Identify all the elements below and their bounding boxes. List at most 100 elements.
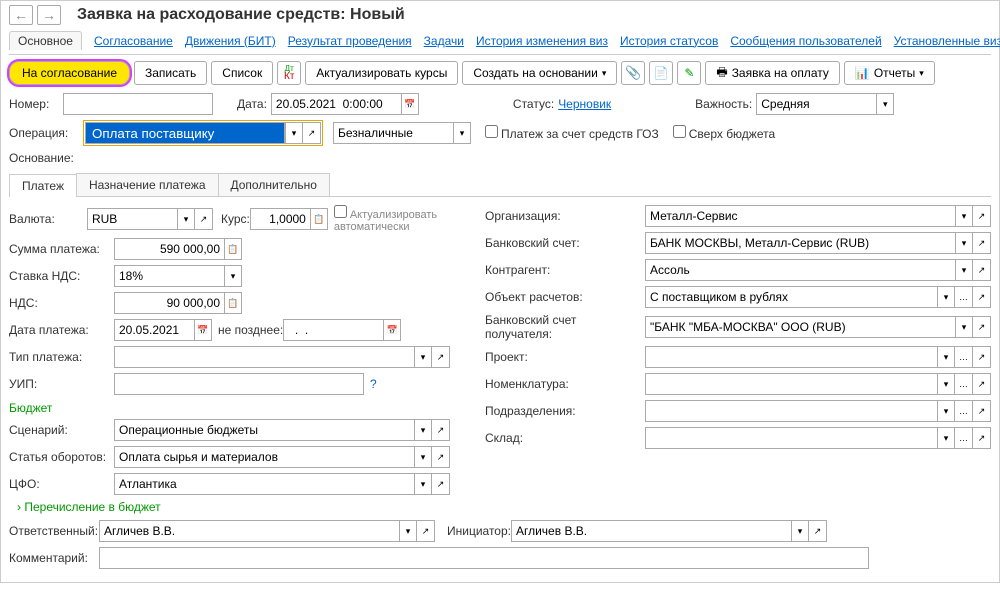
division-more[interactable]: … [955, 400, 973, 422]
status-value[interactable]: Черновик [558, 97, 611, 111]
cashless-dropdown[interactable]: ▾ [453, 122, 471, 144]
nav-forward[interactable]: → [37, 5, 61, 25]
nomenclature-open[interactable]: ↗ [973, 373, 991, 395]
amount-calc[interactable]: 📋 [224, 238, 242, 260]
scenario-dropdown[interactable]: ▾ [414, 419, 432, 441]
recipbank-open[interactable]: ↗ [973, 316, 991, 338]
tab-movements[interactable]: Движения (БИТ) [185, 34, 276, 48]
subtab-additional[interactable]: Дополнительно [218, 173, 330, 196]
scenario-open[interactable]: ↗ [432, 419, 450, 441]
tab-status-history[interactable]: История статусов [620, 34, 718, 48]
rate-calc[interactable]: 📋 [310, 208, 328, 230]
vat-input[interactable] [114, 292, 224, 314]
object-open[interactable]: ↗ [973, 286, 991, 308]
warehouse-open[interactable]: ↗ [973, 427, 991, 449]
initiator-open[interactable]: ↗ [809, 520, 827, 542]
nomenclature-dropdown[interactable]: ▾ [937, 373, 955, 395]
recipbank-input[interactable] [645, 316, 955, 338]
date-input[interactable] [271, 93, 401, 115]
subtab-payment[interactable]: Платеж [9, 174, 77, 197]
cfo-dropdown[interactable]: ▾ [414, 473, 432, 495]
article-open[interactable]: ↗ [432, 446, 450, 468]
responsible-dropdown[interactable]: ▾ [399, 520, 417, 542]
vat-calc[interactable]: 📋 [224, 292, 242, 314]
paytype-dropdown[interactable]: ▾ [414, 346, 432, 368]
date-picker-button[interactable]: 📅 [401, 93, 419, 115]
scenario-input[interactable] [114, 419, 414, 441]
warehouse-dropdown[interactable]: ▾ [937, 427, 955, 449]
project-dropdown[interactable]: ▾ [937, 346, 955, 368]
tab-result[interactable]: Результат проведения [288, 34, 412, 48]
recipbank-dropdown[interactable]: ▾ [955, 316, 973, 338]
reports-button[interactable]: 📊 Отчеты [844, 61, 935, 85]
notlater-picker[interactable]: 📅 [383, 319, 401, 341]
bank-input[interactable] [645, 232, 955, 254]
paytype-input[interactable] [114, 346, 414, 368]
object-input[interactable] [645, 286, 937, 308]
rate-input[interactable] [250, 208, 310, 230]
counterparty-open[interactable]: ↗ [973, 259, 991, 281]
warehouse-input[interactable] [645, 427, 937, 449]
attachment-button[interactable]: 📎 [621, 61, 645, 85]
amount-input[interactable] [114, 238, 224, 260]
nomenclature-more[interactable]: … [955, 373, 973, 395]
update-rates-button[interactable]: Актуализировать курсы [305, 61, 458, 85]
number-input[interactable] [63, 93, 213, 115]
org-open[interactable]: ↗ [973, 205, 991, 227]
overbudget-checkbox[interactable] [673, 125, 686, 138]
importance-input[interactable] [756, 93, 876, 115]
object-dropdown[interactable]: ▾ [937, 286, 955, 308]
payment-request-button[interactable]: 🖶 Заявка на оплату [705, 61, 840, 85]
cashless-input[interactable] [333, 122, 453, 144]
nav-back[interactable]: ← [9, 5, 33, 25]
approve-button[interactable]: На согласование [9, 61, 130, 85]
project-more[interactable]: … [955, 346, 973, 368]
counterparty-dropdown[interactable]: ▾ [955, 259, 973, 281]
auto-update-checkbox[interactable] [334, 205, 347, 218]
notlater-input[interactable] [283, 319, 383, 341]
create-based-button[interactable]: Создать на основании [462, 61, 617, 85]
importance-dropdown[interactable]: ▾ [876, 93, 894, 115]
division-input[interactable] [645, 400, 937, 422]
division-dropdown[interactable]: ▾ [937, 400, 955, 422]
article-dropdown[interactable]: ▾ [414, 446, 432, 468]
edit-button[interactable]: ✎ [677, 61, 701, 85]
comment-input[interactable] [99, 547, 869, 569]
org-input[interactable] [645, 205, 955, 227]
document-button[interactable]: 📄 [649, 61, 673, 85]
tab-visa-history[interactable]: История изменения виз [476, 34, 608, 48]
vatrate-input[interactable] [114, 265, 224, 287]
responsible-open[interactable]: ↗ [417, 520, 435, 542]
vatrate-dropdown[interactable]: ▾ [224, 265, 242, 287]
project-input[interactable] [645, 346, 937, 368]
uip-input[interactable] [114, 373, 364, 395]
object-more[interactable]: … [955, 286, 973, 308]
subtab-purpose[interactable]: Назначение платежа [76, 173, 219, 196]
currency-open[interactable]: ↗ [195, 208, 213, 230]
division-open[interactable]: ↗ [973, 400, 991, 422]
list-button[interactable]: Список [211, 61, 273, 85]
paydate-picker[interactable]: 📅 [194, 319, 212, 341]
operation-open[interactable]: ↗ [303, 122, 321, 144]
dtkt-button[interactable]: ДтКт [277, 61, 301, 85]
initiator-dropdown[interactable]: ▾ [791, 520, 809, 542]
initiator-input[interactable] [511, 520, 791, 542]
tab-main[interactable]: Основное [9, 31, 82, 50]
responsible-input[interactable] [99, 520, 399, 542]
org-dropdown[interactable]: ▾ [955, 205, 973, 227]
tab-messages[interactable]: Сообщения пользователей [730, 34, 881, 48]
cfo-open[interactable]: ↗ [432, 473, 450, 495]
tab-tasks[interactable]: Задачи [424, 34, 464, 48]
warehouse-more[interactable]: … [955, 427, 973, 449]
bank-open[interactable]: ↗ [973, 232, 991, 254]
budget-transfer-link[interactable]: Перечисление в бюджет [17, 500, 469, 514]
counterparty-input[interactable] [645, 259, 955, 281]
article-input[interactable] [114, 446, 414, 468]
save-button[interactable]: Записать [134, 61, 207, 85]
nomenclature-input[interactable] [645, 373, 937, 395]
project-open[interactable]: ↗ [973, 346, 991, 368]
currency-dropdown[interactable]: ▾ [177, 208, 195, 230]
cfo-input[interactable] [114, 473, 414, 495]
bank-dropdown[interactable]: ▾ [955, 232, 973, 254]
goz-checkbox[interactable] [485, 125, 498, 138]
